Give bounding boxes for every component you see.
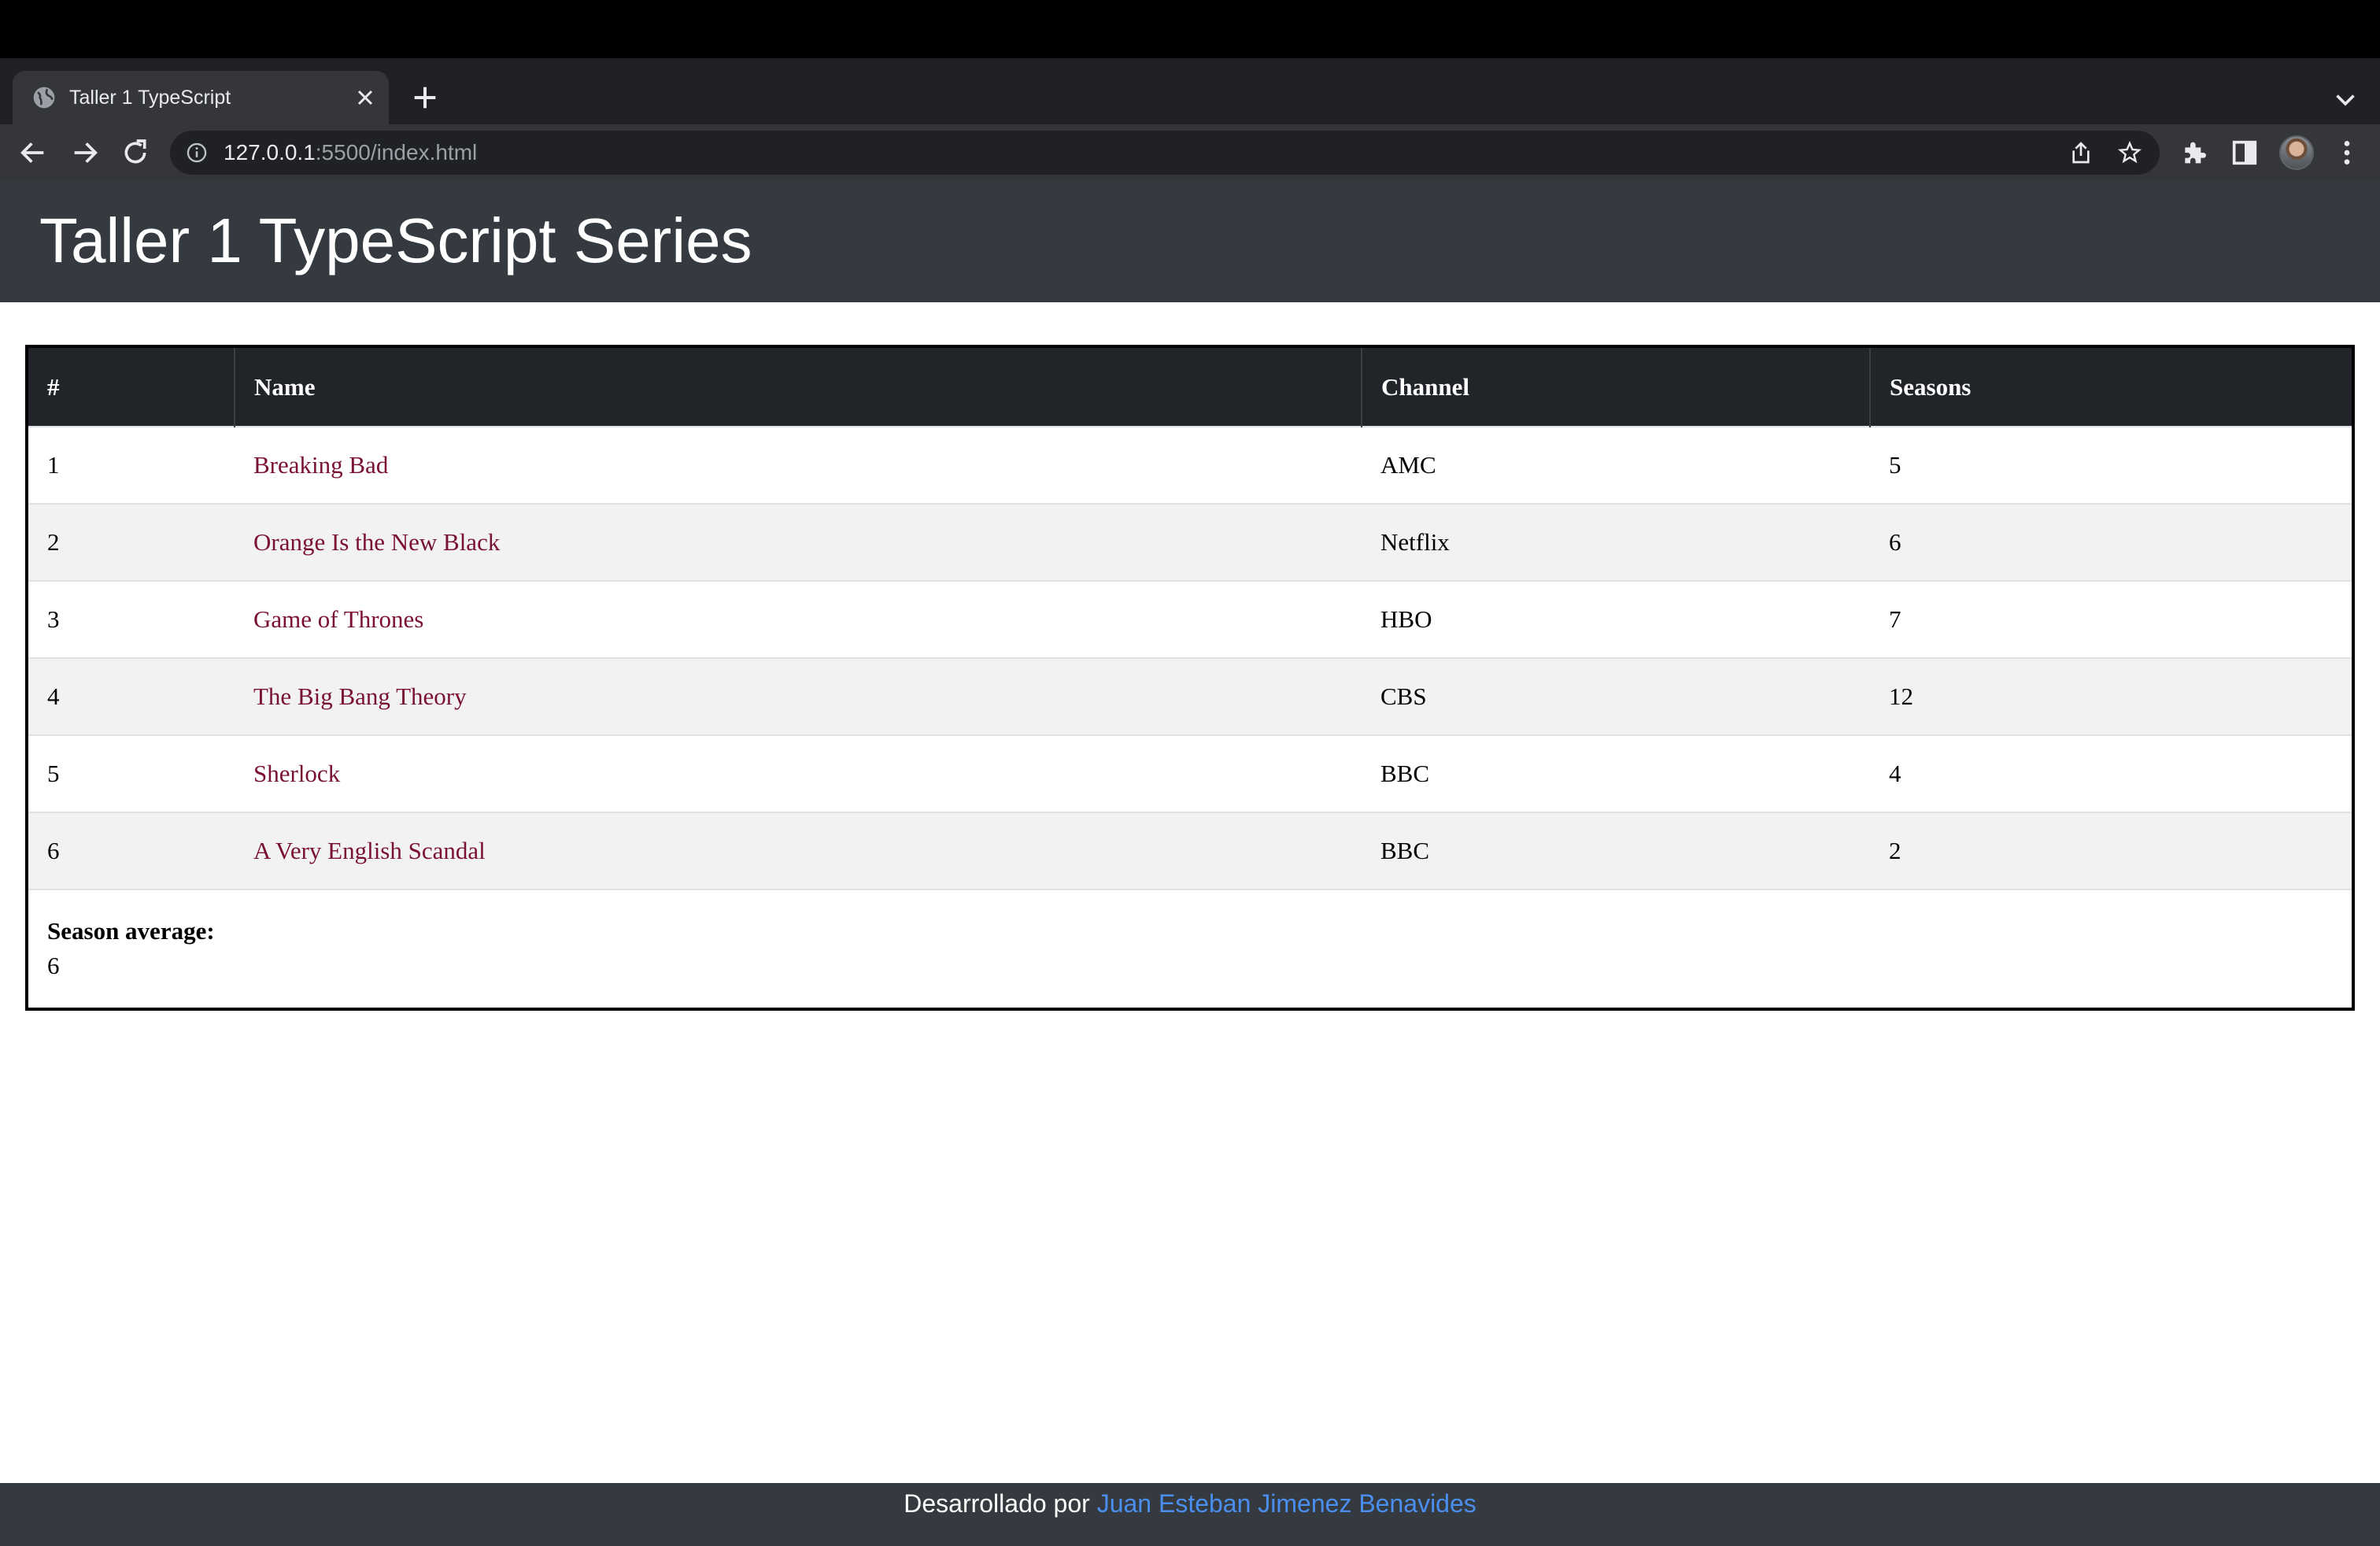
season-average-value: 6 [47,952,60,979]
season-average-cell: Season average: 6 [28,890,2352,1008]
series-number: 1 [47,451,60,479]
page-footer: Desarrollado por Juan Esteban Jimenez Be… [0,1483,2380,1546]
reload-icon[interactable] [120,137,151,168]
tab-title: Taller 1 TypeScript [69,87,231,109]
column-header-name: Name [234,348,1362,427]
series-channel: BBC [1380,760,1430,787]
table-row: 4 The Big Bang Theory CBS 12 [28,658,2352,735]
footer-prefix: Desarrollado por [904,1489,1097,1518]
series-name-cell: Orange Is the New Black [235,504,1362,581]
series-seasons: 6 [1889,528,1901,556]
browser-toolbar: 127.0.0.1:5500/index.html [0,124,2380,181]
chevron-down-icon[interactable] [2331,85,2360,113]
address-bar[interactable]: 127.0.0.1:5500/index.html [170,131,2160,175]
series-number: 6 [47,837,60,864]
series-table-container: # Name Channel Seasons 1 Breaking Bad AM… [25,345,2355,1011]
series-name-link[interactable]: Game of Thrones [253,605,423,633]
column-header-seasons: Seasons [1869,348,2352,427]
close-icon[interactable] [353,85,378,110]
series-name-cell: Sherlock [235,735,1362,812]
series-name-link[interactable]: Breaking Bad [253,451,388,479]
series-channel: CBS [1380,682,1427,710]
series-channel: HBO [1380,605,1432,633]
page-header: Taller 1 TypeScript Series [0,181,2380,302]
side-panel-icon[interactable] [2229,137,2260,168]
bookmark-star-icon[interactable] [2117,140,2142,165]
column-header-channel: Channel [1361,348,1870,427]
series-channel: AMC [1380,451,1436,479]
series-number: 3 [47,605,60,633]
series-seasons: 12 [1889,682,1913,710]
share-icon[interactable] [2068,140,2094,165]
series-seasons: 7 [1889,605,1901,633]
table-row: 3 Game of Thrones HBO 7 [28,581,2352,658]
more-menu-icon[interactable] [2331,137,2363,168]
series-seasons: 5 [1889,451,1901,479]
footer-text: Desarrollado por Juan Esteban Jimenez Be… [904,1489,1476,1518]
series-number: 5 [47,760,60,787]
series-seasons: 4 [1889,760,1901,787]
series-name-link[interactable]: Orange Is the New Black [253,528,500,556]
series-name-link[interactable]: Sherlock [253,760,340,787]
season-average-label: Season average: [47,917,215,945]
series-number: 4 [47,682,60,710]
series-name-cell: Game of Thrones [235,581,1362,658]
series-seasons: 2 [1889,837,1901,864]
new-tab-plus-icon[interactable] [409,82,441,113]
table-row: 2 Orange Is the New Black Netflix 6 [28,504,2352,581]
series-number: 2 [47,528,60,556]
forward-arrow-icon[interactable] [69,137,101,168]
table-row: 1 Breaking Bad AMC 5 [28,427,2352,504]
table-row: 6 A Very English Scandal BBC 2 [28,812,2352,890]
series-name-link[interactable]: The Big Bang Theory [253,682,467,710]
url-text[interactable]: 127.0.0.1:5500/index.html [224,139,477,167]
url-host: 127.0.0.1 [224,140,316,165]
column-header-number: # [47,372,60,401]
series-channel: BBC [1380,837,1430,864]
series-name-cell: The Big Bang Theory [235,658,1362,735]
author-link[interactable]: Juan Esteban Jimenez Benavides [1097,1489,1476,1518]
info-icon[interactable] [186,142,208,164]
series-name-cell: Breaking Bad [235,427,1362,504]
screen-top-bar [0,0,2380,58]
series-table: # Name Channel Seasons 1 Breaking Bad AM… [28,348,2352,1008]
globe-icon [33,87,55,109]
avatar[interactable] [2279,135,2314,170]
season-average-row: Season average: 6 [28,890,2352,1008]
table-header-row: # Name Channel Seasons [28,348,2352,427]
series-channel: Netflix [1380,528,1450,556]
browser-tab-bar: Taller 1 TypeScript [0,58,2380,124]
url-path: :5500/index.html [315,140,478,165]
series-name-link[interactable]: A Very English Scandal [253,837,486,864]
series-name-cell: A Very English Scandal [235,812,1362,890]
back-arrow-icon[interactable] [17,137,49,168]
table-row: 5 Sherlock BBC 4 [28,735,2352,812]
browser-tab[interactable]: Taller 1 TypeScript [13,71,389,124]
page-title: Taller 1 TypeScript Series [39,205,752,276]
extensions-puzzle-icon[interactable] [2179,137,2210,168]
